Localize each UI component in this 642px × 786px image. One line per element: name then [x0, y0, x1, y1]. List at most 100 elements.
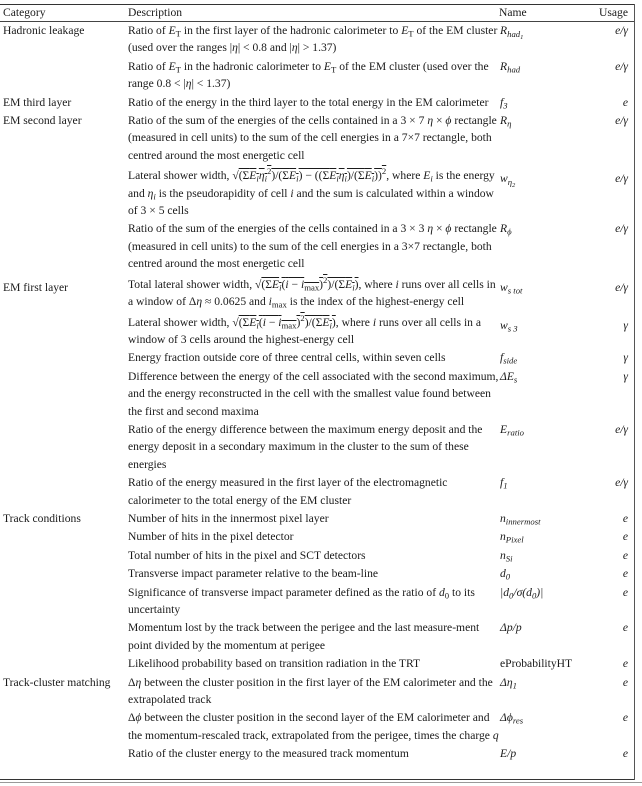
table-row: EM third layer Ratio of the energy in the… — [0, 93, 632, 111]
page-edge-rule — [0, 782, 642, 783]
cell-usage: e/γ — [615, 422, 628, 436]
cell-variable-name: ninnermost — [500, 511, 541, 527]
cell-category: EM first layer — [3, 280, 69, 294]
cell-description: Number of hits in the pixel detector — [128, 530, 294, 544]
cell-variable-name: E/p — [500, 747, 517, 761]
cell-description: Momentum lost by the track between the p… — [128, 621, 480, 652]
cell-usage: e/γ — [615, 476, 628, 490]
cell-usage: e/γ — [615, 280, 628, 294]
cell-usage: γ — [623, 318, 628, 332]
table-row: Hadronic leakage Ratio of ET in the first… — [0, 21, 632, 57]
table-row: Δϕ between the cluster position in the s… — [0, 708, 632, 744]
cell-category — [0, 57, 128, 93]
cell-description: Ratio of the energy in the third layer t… — [128, 95, 489, 109]
cell-category — [0, 219, 128, 272]
cell-category — [0, 420, 128, 473]
cell-description: Lateral shower width, √(ΣEi(i − imax)2)/… — [128, 312, 482, 346]
table-row: Significance of transverse impact parame… — [0, 583, 632, 619]
cell-usage: e — [622, 548, 628, 562]
cell-usage: e/γ — [615, 172, 628, 186]
cell-category: Track-cluster matching — [3, 675, 111, 689]
cell-usage: e/γ — [615, 114, 628, 128]
cell-category — [0, 618, 128, 654]
cell-usage: e/γ — [615, 222, 628, 236]
cell-usage: e — [622, 567, 628, 581]
cell-category — [0, 348, 128, 366]
cell-description: Significance of transverse impact parame… — [128, 585, 475, 616]
cell-category — [0, 654, 128, 672]
variables-table: Category Description Name Usage Hadronic… — [0, 5, 632, 763]
table-row: Ratio of the energy measured in the firs… — [0, 473, 632, 509]
table-row: Ratio of ET in the hadronic calorimeter … — [0, 57, 632, 93]
cell-description: Lateral shower width, √(ΣEiηi2)/(ΣEi) − … — [128, 166, 495, 218]
cell-variable-name: d0 — [500, 567, 511, 582]
table-row: Likelihood probability based on transiti… — [0, 654, 632, 672]
cell-usage: e — [622, 511, 628, 525]
cell-category: EM third layer — [3, 95, 72, 109]
table-row: Lateral shower width, √(ΣEi(i − imax)2)/… — [0, 311, 632, 349]
cell-variable-name: Δη1 — [500, 675, 517, 691]
table-row: Lateral shower width, √(ΣEiηi2)/(ΣEi) − … — [0, 164, 632, 219]
header-category: Category — [3, 6, 46, 19]
cell-variable-name: Δϕres — [500, 711, 524, 727]
bottom-rule — [0, 779, 634, 780]
cell-usage: e/γ — [615, 59, 628, 73]
cell-category: EM second layer — [3, 114, 82, 128]
table-row: EM first layer Total lateral shower width… — [0, 273, 632, 311]
header-usage: Usage — [599, 6, 628, 19]
cell-description: Transverse impact parameter relative to … — [128, 567, 379, 581]
table-row: Total number of hits in the pixel and SC… — [0, 546, 632, 564]
cell-description: Ratio of the energy difference between t… — [128, 422, 483, 471]
cell-category — [0, 744, 128, 762]
cell-variable-name: ws 3 — [500, 318, 518, 334]
cell-variable-name: ΔEs — [500, 369, 518, 385]
cell-description: Ratio of ET in the hadronic calorimeter … — [128, 59, 489, 91]
cell-category: Track conditions — [3, 511, 81, 525]
table-row: Number of hits in the pixel detector nPix… — [0, 527, 632, 545]
header-name: Name — [499, 6, 527, 19]
table-row: EM second layer Ratio of the sum of the e… — [0, 111, 632, 164]
cell-variable-name: fside — [500, 351, 518, 366]
cell-variable-name: f1 — [500, 476, 508, 491]
cell-variable-name: |d0/σ(d0)| — [500, 585, 544, 601]
cell-category — [0, 164, 128, 219]
cell-category — [0, 546, 128, 564]
cell-usage: e — [622, 95, 628, 109]
cell-category — [0, 473, 128, 509]
table-row: Track conditions Number of hits in the in… — [0, 509, 632, 527]
cell-description: Ratio of the energy measured in the firs… — [128, 476, 448, 507]
cell-variable-name: Rhad — [500, 59, 521, 75]
table-row: Difference between the energy of the cel… — [0, 367, 632, 420]
header-description: Description — [128, 6, 183, 19]
table-row: Ratio of the energy difference between t… — [0, 420, 632, 473]
cell-description: Difference between the energy of the cel… — [128, 369, 499, 418]
cell-usage: e — [622, 747, 628, 761]
cell-description: Ratio of the sum of the energies of the … — [128, 114, 497, 162]
cell-usage: e — [622, 657, 628, 671]
cell-usage: e — [622, 711, 628, 725]
cell-category — [0, 311, 128, 349]
cell-category — [0, 564, 128, 582]
cell-variable-name: nPixel — [500, 530, 524, 545]
cell-variable-name: nSi — [500, 548, 513, 564]
cell-usage: e/γ — [615, 24, 628, 37]
cell-variable-name: f3 — [500, 95, 508, 111]
table-row: Ratio of the sum of the energies of the … — [0, 219, 632, 272]
cell-variable-name: Δp/p — [500, 621, 522, 635]
cell-category — [0, 527, 128, 545]
cell-category — [0, 583, 128, 619]
cell-variable-name: Eratio — [500, 422, 524, 438]
cell-usage: γ — [623, 351, 628, 365]
table-row: Transverse impact parameter relative to … — [0, 564, 632, 582]
cell-category — [0, 367, 128, 420]
cell-description: Ratio of the sum of the energies of the … — [128, 222, 497, 271]
cell-usage: e — [622, 621, 628, 635]
cell-category — [0, 708, 128, 744]
cell-description: Number of hits in the innermost pixel la… — [128, 511, 329, 525]
cell-description: Δϕ between the cluster position in the s… — [128, 711, 499, 742]
cell-usage: e — [622, 530, 628, 544]
table-row: Ratio of the cluster energy to the measu… — [0, 744, 632, 762]
table-row: Track-cluster matching Δη between the clu… — [0, 673, 632, 709]
cell-description: Likelihood probability based on transiti… — [128, 657, 421, 671]
table-row: Energy fraction outside core of three ce… — [0, 348, 632, 366]
